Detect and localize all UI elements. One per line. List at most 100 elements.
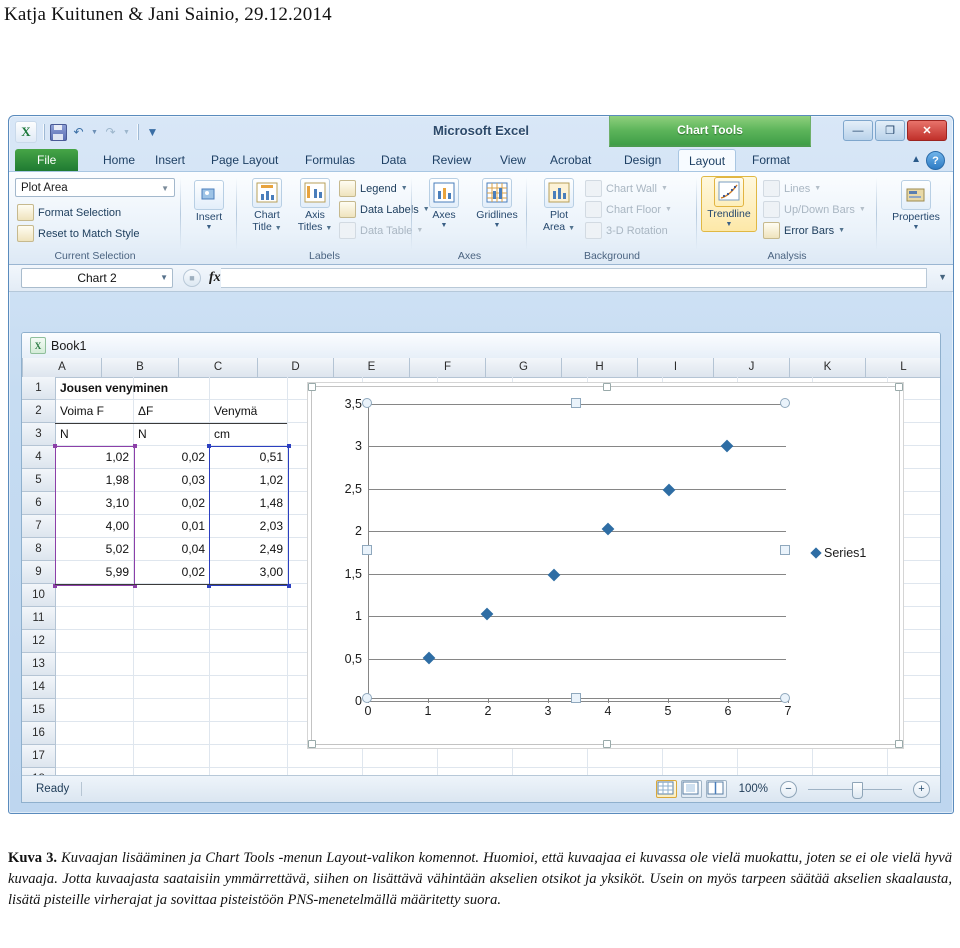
- minimize-button[interactable]: —: [843, 120, 873, 141]
- cell-C5[interactable]: 1,02: [210, 469, 288, 492]
- cell-C4[interactable]: 0,51: [210, 446, 288, 469]
- cell-E17[interactable]: [363, 745, 438, 768]
- cell-C13[interactable]: [210, 653, 288, 676]
- cell-A16[interactable]: [56, 722, 134, 745]
- column-header-c[interactable]: C: [179, 358, 258, 377]
- column-header-b[interactable]: B: [102, 358, 179, 377]
- formula-input[interactable]: [220, 268, 927, 288]
- cell-C2[interactable]: Venymä: [210, 400, 288, 423]
- page-break-preview-icon[interactable]: [705, 780, 727, 798]
- cell-B11[interactable]: [134, 607, 210, 630]
- gridlines-button[interactable]: Gridlines ▼: [468, 178, 526, 230]
- cell-C12[interactable]: [210, 630, 288, 653]
- plot-handle-mr[interactable]: [780, 545, 790, 555]
- cell-I17[interactable]: [663, 745, 738, 768]
- row-header-16[interactable]: 16: [22, 722, 56, 745]
- cell-C16[interactable]: [210, 722, 288, 745]
- row-header-12[interactable]: 12: [22, 630, 56, 653]
- cell-B1[interactable]: [134, 377, 210, 400]
- cell-C8[interactable]: 2,49: [210, 538, 288, 561]
- cell-A8[interactable]: 5,02: [56, 538, 134, 561]
- zoom-slider[interactable]: [808, 781, 902, 799]
- expand-formula-bar-icon[interactable]: ▼: [938, 272, 947, 282]
- column-header-j[interactable]: J: [714, 358, 790, 377]
- chevron-down-icon[interactable]: ▼: [468, 222, 526, 230]
- cell-A10[interactable]: [56, 584, 134, 607]
- error-bars-button[interactable]: Error Bars ▼: [763, 222, 845, 239]
- help-icon[interactable]: ?: [926, 151, 945, 170]
- axes-button[interactable]: Axes ▼: [418, 178, 470, 230]
- plot-handle-bc[interactable]: [571, 693, 581, 703]
- cell-C1[interactable]: [210, 377, 288, 400]
- chevron-down-icon[interactable]: ▼: [161, 179, 169, 198]
- cell-A9[interactable]: 5,99: [56, 561, 134, 584]
- format-selection-button[interactable]: Format Selection: [17, 204, 121, 221]
- chevron-down-icon[interactable]: ▼: [183, 224, 235, 232]
- tab-insert[interactable]: Insert: [145, 149, 195, 171]
- column-header-g[interactable]: G: [486, 358, 562, 377]
- cell-B13[interactable]: [134, 653, 210, 676]
- close-button[interactable]: ✕: [907, 120, 947, 141]
- cell-A13[interactable]: [56, 653, 134, 676]
- cell-G17[interactable]: [513, 745, 588, 768]
- row-header-10[interactable]: 10: [22, 584, 56, 607]
- cell-B7[interactable]: 0,01: [134, 515, 210, 538]
- cell-B10[interactable]: [134, 584, 210, 607]
- chart-legend[interactable]: Series1: [810, 546, 866, 560]
- chart-handle-tc[interactable]: [602, 383, 611, 391]
- row-header-2[interactable]: 2: [22, 400, 56, 423]
- spreadsheet-grid[interactable]: A B C D E F G H I J K L 1 Jousen venymine…: [22, 358, 940, 776]
- chart-object[interactable]: 0 0,5 1 1,5 2 2,5 3 3,5 0 1 2 3 4 5 6 7 Series1: [308, 383, 903, 748]
- cell-B9[interactable]: 0,02: [134, 561, 210, 584]
- insert-function-icon[interactable]: fx: [209, 270, 221, 286]
- tab-home[interactable]: Home: [93, 149, 145, 171]
- name-box[interactable]: Chart 2 ▼: [21, 268, 173, 288]
- row-header-13[interactable]: 13: [22, 653, 56, 676]
- tab-review[interactable]: Review: [422, 149, 481, 171]
- zoom-slider-thumb[interactable]: [852, 781, 863, 799]
- row-header-7[interactable]: 7: [22, 515, 56, 538]
- cell-C3[interactable]: cm: [210, 423, 288, 446]
- cell-B8[interactable]: 0,04: [134, 538, 210, 561]
- cell-A15[interactable]: [56, 699, 134, 722]
- cell-C15[interactable]: [210, 699, 288, 722]
- insert-shapes-button[interactable]: Insert ▼: [183, 180, 235, 232]
- table-row[interactable]: 17: [22, 745, 940, 768]
- ribbon-tabstrip[interactable]: File Home Insert Page Layout Formulas Da…: [9, 149, 953, 172]
- tab-page-layout[interactable]: Page Layout: [201, 149, 288, 171]
- cell-C10[interactable]: [210, 584, 288, 607]
- cancel-icon[interactable]: ■: [183, 269, 201, 287]
- reset-to-match-style-button[interactable]: Reset to Match Style: [17, 225, 140, 242]
- chart-handle-tr[interactable]: [895, 383, 903, 391]
- row-header-17[interactable]: 17: [22, 745, 56, 768]
- cell-C14[interactable]: [210, 676, 288, 699]
- cell-A1[interactable]: Jousen venyminen: [56, 377, 168, 400]
- row-header-11[interactable]: 11: [22, 607, 56, 630]
- column-header-a[interactable]: A: [23, 358, 102, 377]
- legend-button[interactable]: Legend ▼: [339, 180, 408, 197]
- cell-A14[interactable]: [56, 676, 134, 699]
- cell-B3[interactable]: N: [134, 423, 210, 446]
- chart-handle-bl[interactable]: [308, 740, 316, 748]
- tab-formulas[interactable]: Formulas: [295, 149, 365, 171]
- cell-B6[interactable]: 0,02: [134, 492, 210, 515]
- cell-B5[interactable]: 0,03: [134, 469, 210, 492]
- cell-K17[interactable]: [813, 745, 888, 768]
- cell-D17[interactable]: [288, 745, 363, 768]
- cell-H17[interactable]: [588, 745, 663, 768]
- column-header-d[interactable]: D: [258, 358, 334, 377]
- column-header-i[interactable]: I: [638, 358, 714, 377]
- view-controls[interactable]: 100% − +: [655, 780, 940, 799]
- cell-L17[interactable]: [888, 745, 940, 768]
- window-buttons[interactable]: — ❐ ✕: [843, 120, 947, 141]
- cell-A12[interactable]: [56, 630, 134, 653]
- axis-titles-button[interactable]: Axis Titles ▼: [289, 178, 341, 234]
- tab-view[interactable]: View: [490, 149, 536, 171]
- cell-A7[interactable]: 4,00: [56, 515, 134, 538]
- zoom-out-button[interactable]: −: [780, 780, 797, 798]
- column-header-l[interactable]: L: [866, 358, 940, 377]
- chevron-down-icon[interactable]: ▼: [160, 269, 168, 287]
- chevron-down-icon[interactable]: ▼: [838, 227, 845, 234]
- cell-B2[interactable]: ΔF: [134, 400, 210, 423]
- chart-element-combo[interactable]: Plot Area ▼: [15, 178, 175, 197]
